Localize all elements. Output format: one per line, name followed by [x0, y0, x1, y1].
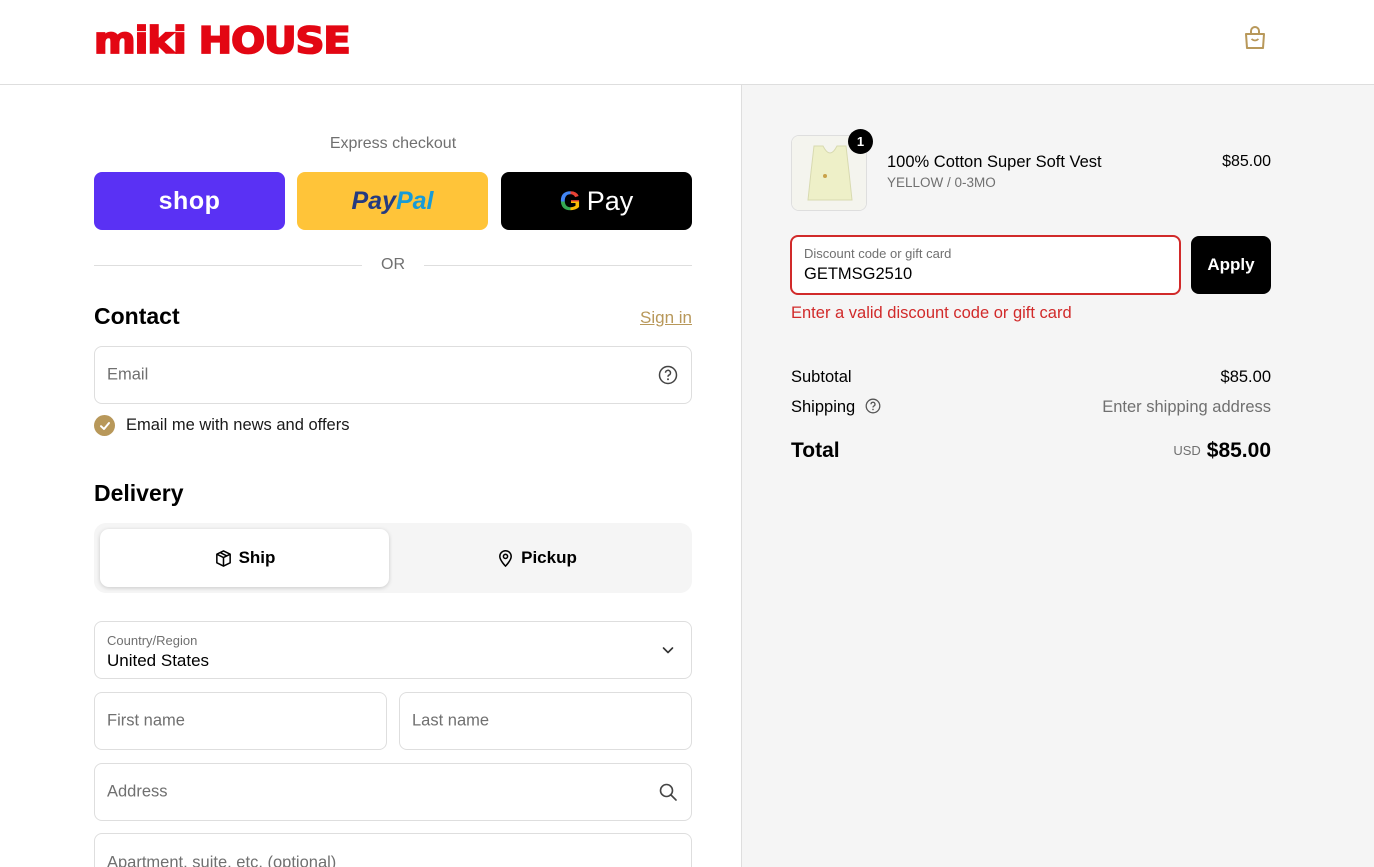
- email-field[interactable]: Email: [94, 346, 692, 404]
- box-icon: [215, 549, 231, 567]
- country-value: United States: [107, 651, 210, 670]
- quantity-badge: 1: [848, 129, 873, 154]
- shipping-row: Shipping Enter shipping address: [791, 398, 1271, 419]
- shop-pay-button[interactable]: shop: [94, 172, 285, 230]
- search-icon[interactable]: [658, 782, 678, 802]
- shop-pay-label: shop: [158, 186, 221, 215]
- first-name-field[interactable]: First name: [94, 692, 387, 750]
- apartment-field[interactable]: Apartment, suite, etc. (optional): [94, 833, 692, 867]
- pickup-label: Pickup: [521, 548, 577, 567]
- discount-label: Discount code or gift card: [804, 246, 952, 261]
- last-name-placeholder: Last name: [412, 711, 490, 730]
- or-divider-text: OR: [381, 256, 405, 273]
- newsletter-row: Email me with news and offers: [94, 415, 349, 436]
- sign-in-link[interactable]: Sign in: [600, 308, 692, 328]
- last-name-field[interactable]: Last name: [399, 692, 692, 750]
- product-variant: YELLOW / 0-3MO: [887, 175, 996, 190]
- checkmark-icon: [99, 421, 110, 430]
- shipping-value: Enter shipping address: [1102, 398, 1271, 416]
- shipping-help-icon[interactable]: [865, 398, 881, 419]
- brand-logo[interactable]: miki HOUSE: [93, 18, 352, 64]
- total-label: Total: [791, 439, 840, 462]
- ship-option[interactable]: Ship: [100, 529, 389, 587]
- subtotal-label: Subtotal: [791, 368, 852, 386]
- discount-code-field[interactable]: Discount code or gift card GETMSG2510: [790, 235, 1181, 295]
- subtotal-value: $85.00: [1220, 368, 1271, 386]
- google-pay-button[interactable]: G Pay: [501, 172, 692, 230]
- subtotal-row: Subtotal $85.00: [791, 368, 1271, 387]
- contact-heading: Contact: [94, 303, 180, 329]
- order-summary: 1 100% Cotton Super Soft Vest YELLOW / 0…: [741, 85, 1374, 867]
- newsletter-checkbox[interactable]: [94, 415, 115, 436]
- paypal-label-pal: Pal: [395, 186, 434, 215]
- delivery-heading: Delivery: [94, 480, 184, 506]
- google-pay-label: Pay: [586, 185, 634, 216]
- first-name-placeholder: First name: [107, 711, 185, 730]
- country-select[interactable]: Country/Region United States: [94, 621, 692, 679]
- total-value: $85.00: [1206, 439, 1271, 462]
- paypal-button[interactable]: Pay Pal: [297, 172, 488, 230]
- shipping-label: Shipping: [791, 398, 856, 416]
- apartment-placeholder: Apartment, suite, etc. (optional): [107, 853, 337, 867]
- google-g-icon: G: [559, 185, 581, 216]
- help-icon[interactable]: [658, 365, 678, 385]
- newsletter-label: Email me with news and offers: [126, 416, 350, 434]
- address-field[interactable]: Address: [94, 763, 692, 821]
- email-placeholder: Email: [107, 365, 149, 384]
- discount-value: GETMSG2510: [804, 265, 913, 283]
- shopping-bag-icon[interactable]: [1242, 25, 1268, 51]
- total-row: Total USD $85.00: [791, 439, 1271, 473]
- pickup-option[interactable]: Pickup: [392, 529, 681, 587]
- location-pin-icon: [499, 549, 513, 567]
- discount-error-message: Enter a valid discount code or gift card: [791, 304, 1072, 322]
- divider-right: [424, 265, 692, 266]
- checkout-form: Express checkout shop Pay Pal G Pay OR Co…: [0, 85, 741, 867]
- chevron-down-icon: [658, 640, 678, 660]
- delivery-method-toggle: Ship Pickup: [94, 523, 692, 593]
- product-price: $85.00: [1222, 153, 1271, 170]
- apply-button[interactable]: Apply: [1191, 236, 1271, 294]
- header: miki HOUSE: [0, 0, 1374, 85]
- total-currency: USD: [1173, 443, 1201, 458]
- ship-label: Ship: [238, 548, 276, 567]
- line-item: 1 100% Cotton Super Soft Vest YELLOW / 0…: [791, 129, 1271, 211]
- product-name: 100% Cotton Super Soft Vest: [887, 153, 1102, 171]
- express-checkout-title: Express checkout: [329, 135, 457, 152]
- address-placeholder: Address: [107, 782, 168, 801]
- country-label: Country/Region: [107, 633, 198, 648]
- paypal-label-pay: Pay: [351, 186, 396, 215]
- divider-left: [94, 265, 362, 266]
